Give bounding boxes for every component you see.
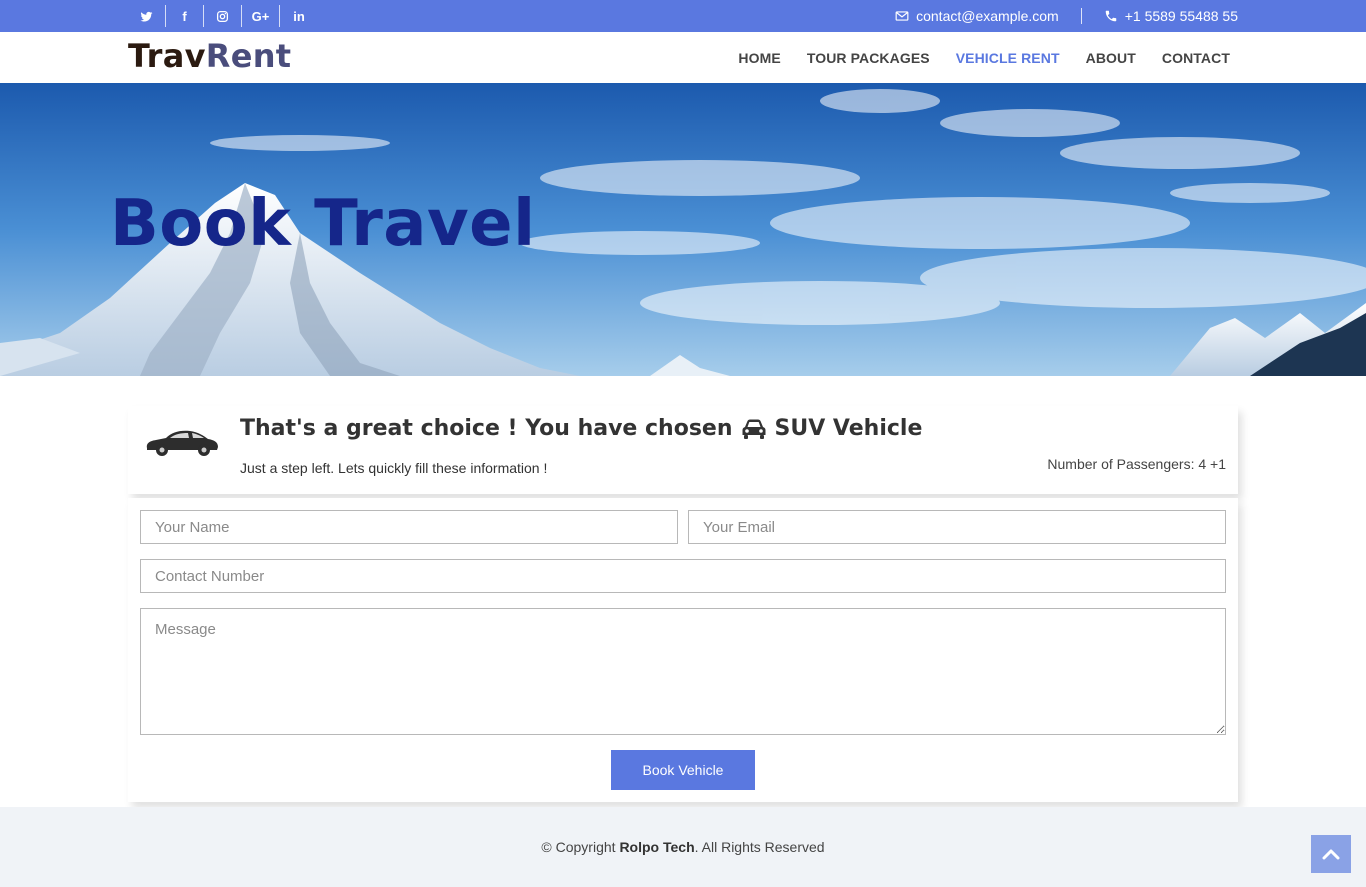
phone-contact[interactable]: +1 5589 55488 55 [1082, 8, 1238, 24]
nav-home[interactable]: HOME [738, 50, 780, 66]
envelope-icon [895, 11, 909, 21]
passenger-count: Number of Passengers: 4 +1 [1047, 456, 1226, 472]
logo-part-1: Trav [128, 37, 206, 75]
logo-part-2: Rent [205, 37, 292, 75]
phone-text: +1 5589 55488 55 [1124, 8, 1238, 24]
nav-vehicle-rent[interactable]: VEHICLE RENT [956, 50, 1060, 66]
hero-banner: Book Travel [0, 83, 1366, 376]
booking-subtitle: Just a step left. Lets quickly fill thes… [240, 460, 548, 476]
name-input[interactable] [140, 510, 678, 544]
vehicle-type: SUV Vehicle [774, 416, 923, 441]
twitter-icon[interactable] [128, 5, 166, 27]
message-textarea[interactable] [140, 608, 1226, 735]
instagram-icon[interactable] [204, 5, 242, 27]
chevron-up-icon [1322, 849, 1340, 860]
contact-info: contact@example.com +1 5589 55488 55 [895, 0, 1238, 32]
phone-icon [1105, 10, 1116, 22]
top-bar: f G+ in contact@example.com +1 5589 5548… [0, 0, 1366, 32]
contact-number-input[interactable] [140, 559, 1226, 593]
booking-form: Book Vehicle [128, 498, 1238, 802]
site-header: TravRent HOME TOUR PACKAGES VEHICLE RENT… [0, 32, 1366, 83]
booking-summary-card: That's a great choice ! You have chosen … [128, 406, 1238, 494]
email-contact[interactable]: contact@example.com [895, 8, 1082, 24]
site-footer: © Copyright Rolpo Tech. All Rights Reser… [0, 807, 1366, 887]
nav-tour-packages[interactable]: TOUR PACKAGES [807, 50, 930, 66]
copyright-suffix: . All Rights Reserved [694, 839, 825, 855]
booking-title-text: That's a great choice ! You have chosen [240, 416, 733, 441]
email-input[interactable] [688, 510, 1226, 544]
car-icon [146, 430, 218, 456]
nav-about[interactable]: ABOUT [1086, 50, 1136, 66]
copyright: © Copyright Rolpo Tech. All Rights Reser… [0, 839, 1366, 855]
book-vehicle-button[interactable]: Book Vehicle [611, 750, 755, 790]
email-text: contact@example.com [916, 8, 1059, 24]
hero-title: Book Travel [110, 187, 536, 261]
copyright-prefix: © Copyright [541, 839, 620, 855]
social-links: f G+ in [128, 0, 318, 32]
car-front-icon [742, 419, 766, 439]
linkedin-icon[interactable]: in [280, 5, 318, 27]
company-name: Rolpo Tech [619, 839, 695, 855]
facebook-icon[interactable]: f [166, 5, 204, 27]
main-nav: HOME TOUR PACKAGES VEHICLE RENT ABOUT CO… [738, 32, 1230, 83]
google-plus-icon[interactable]: G+ [242, 5, 280, 27]
booking-title: That's a great choice ! You have chosen … [240, 416, 922, 441]
back-to-top-button[interactable] [1311, 835, 1351, 873]
nav-contact[interactable]: CONTACT [1162, 50, 1230, 66]
site-logo[interactable]: TravRent [128, 37, 291, 75]
